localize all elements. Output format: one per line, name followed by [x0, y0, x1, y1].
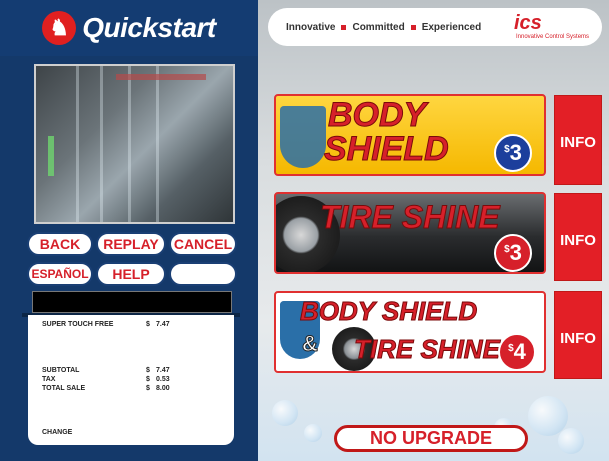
body-shield-price: 3 [509, 140, 522, 165]
tire-shine-price: 3 [509, 240, 522, 265]
help-button[interactable]: HELP [96, 262, 166, 286]
receipt-total-amount: 8.00 [156, 385, 170, 392]
combo-option[interactable]: & BODY SHIELD TIRE SHINE $4 [274, 291, 546, 373]
cancel-button[interactable]: CANCEL [169, 232, 237, 256]
tire-shine-option[interactable]: TIRE SHINE $3 [274, 192, 546, 274]
tagline-experienced: Experienced [421, 21, 482, 33]
combo-title-line1: BODY SHIELD [299, 296, 478, 326]
receipt-item-amount: 7.47 [156, 321, 170, 328]
combo-ampersand: & [302, 331, 319, 357]
receipt-total-label: TOTAL SALE [42, 385, 86, 392]
video-streak [128, 66, 131, 222]
bubble [558, 428, 584, 454]
receipt-item-currency: $ [146, 321, 150, 328]
no-upgrade-button[interactable]: NO UPGRADE [334, 425, 528, 452]
tagline-separator [341, 24, 347, 30]
receipt-tax: TAX $ 0.53 [42, 376, 222, 383]
bubble [272, 400, 298, 426]
receipt-subtotal-amount: 7.47 [156, 367, 170, 374]
espanol-button[interactable]: ESPAÑOL [27, 262, 93, 286]
tagline-committed: Committed [352, 21, 405, 33]
body-shield-title-line1: BODY [327, 96, 427, 134]
tagline-innovative: Innovative [286, 21, 336, 33]
brand-title: Quickstart [82, 12, 216, 43]
video-streak [156, 66, 159, 222]
message-display [32, 291, 232, 313]
receipt-subtotal-currency: $ [146, 367, 150, 374]
tire-shine-price-badge: $3 [494, 234, 532, 272]
video-arch [116, 74, 206, 80]
combo-price: 4 [513, 339, 526, 364]
bubble [304, 424, 322, 442]
lion-logo-icon: ♞ [42, 11, 77, 45]
shield-icon [280, 106, 326, 168]
video-light [48, 136, 54, 176]
tire-shine-info-button[interactable]: INFO [554, 193, 602, 281]
body-shield-info-button[interactable]: INFO [554, 95, 602, 185]
receipt-change-label: CHANGE [42, 429, 73, 436]
receipt-change: CHANGE [42, 429, 222, 436]
receipt-subtotal: SUBTOTAL $ 7.47 [42, 367, 222, 374]
combo-info-button[interactable]: INFO [554, 291, 602, 379]
video-streak [100, 66, 103, 222]
receipt-tax-currency: $ [146, 376, 150, 383]
wash-video [34, 64, 235, 224]
replay-button[interactable]: REPLAY [96, 232, 166, 256]
receipt-subtotal-label: SUBTOTAL [42, 367, 80, 374]
ics-logo: ics Innovative Control Systems [514, 12, 600, 42]
body-shield-price-badge: $3 [494, 134, 532, 172]
brand-header: ♞ Quickstart [0, 0, 258, 56]
back-button[interactable]: BACK [27, 232, 93, 256]
receipt: SUPER TOUCH FREE $ 7.47 SUBTOTAL $ 7.47 … [28, 315, 234, 445]
body-shield-option[interactable]: BODY SHIELD $3 [274, 94, 546, 176]
receipt-total: TOTAL SALE $ 8.00 [42, 385, 222, 392]
receipt-tax-amount: 0.53 [156, 376, 170, 383]
combo-title-line2: TIRE SHINE [354, 334, 501, 364]
tagline-separator [410, 24, 416, 30]
ics-logo-subtitle: Innovative Control Systems [516, 34, 590, 40]
video-streak [76, 66, 79, 222]
blank-button[interactable] [169, 262, 237, 286]
body-shield-title-line2: SHIELD [324, 130, 450, 168]
receipt-tax-label: TAX [42, 376, 56, 383]
receipt-line-item: SUPER TOUCH FREE $ 7.47 [42, 321, 222, 328]
receipt-total-currency: $ [146, 385, 150, 392]
left-panel: ♞ Quickstart BACK REPLAY CANCEL ESPAÑOL … [0, 0, 258, 461]
ics-logo-mark: ics [514, 12, 542, 34]
tire-shine-title: TIRE SHINE [320, 199, 501, 235]
receipt-item-label: SUPER TOUCH FREE [42, 321, 114, 328]
combo-price-badge: $4 [498, 333, 536, 371]
